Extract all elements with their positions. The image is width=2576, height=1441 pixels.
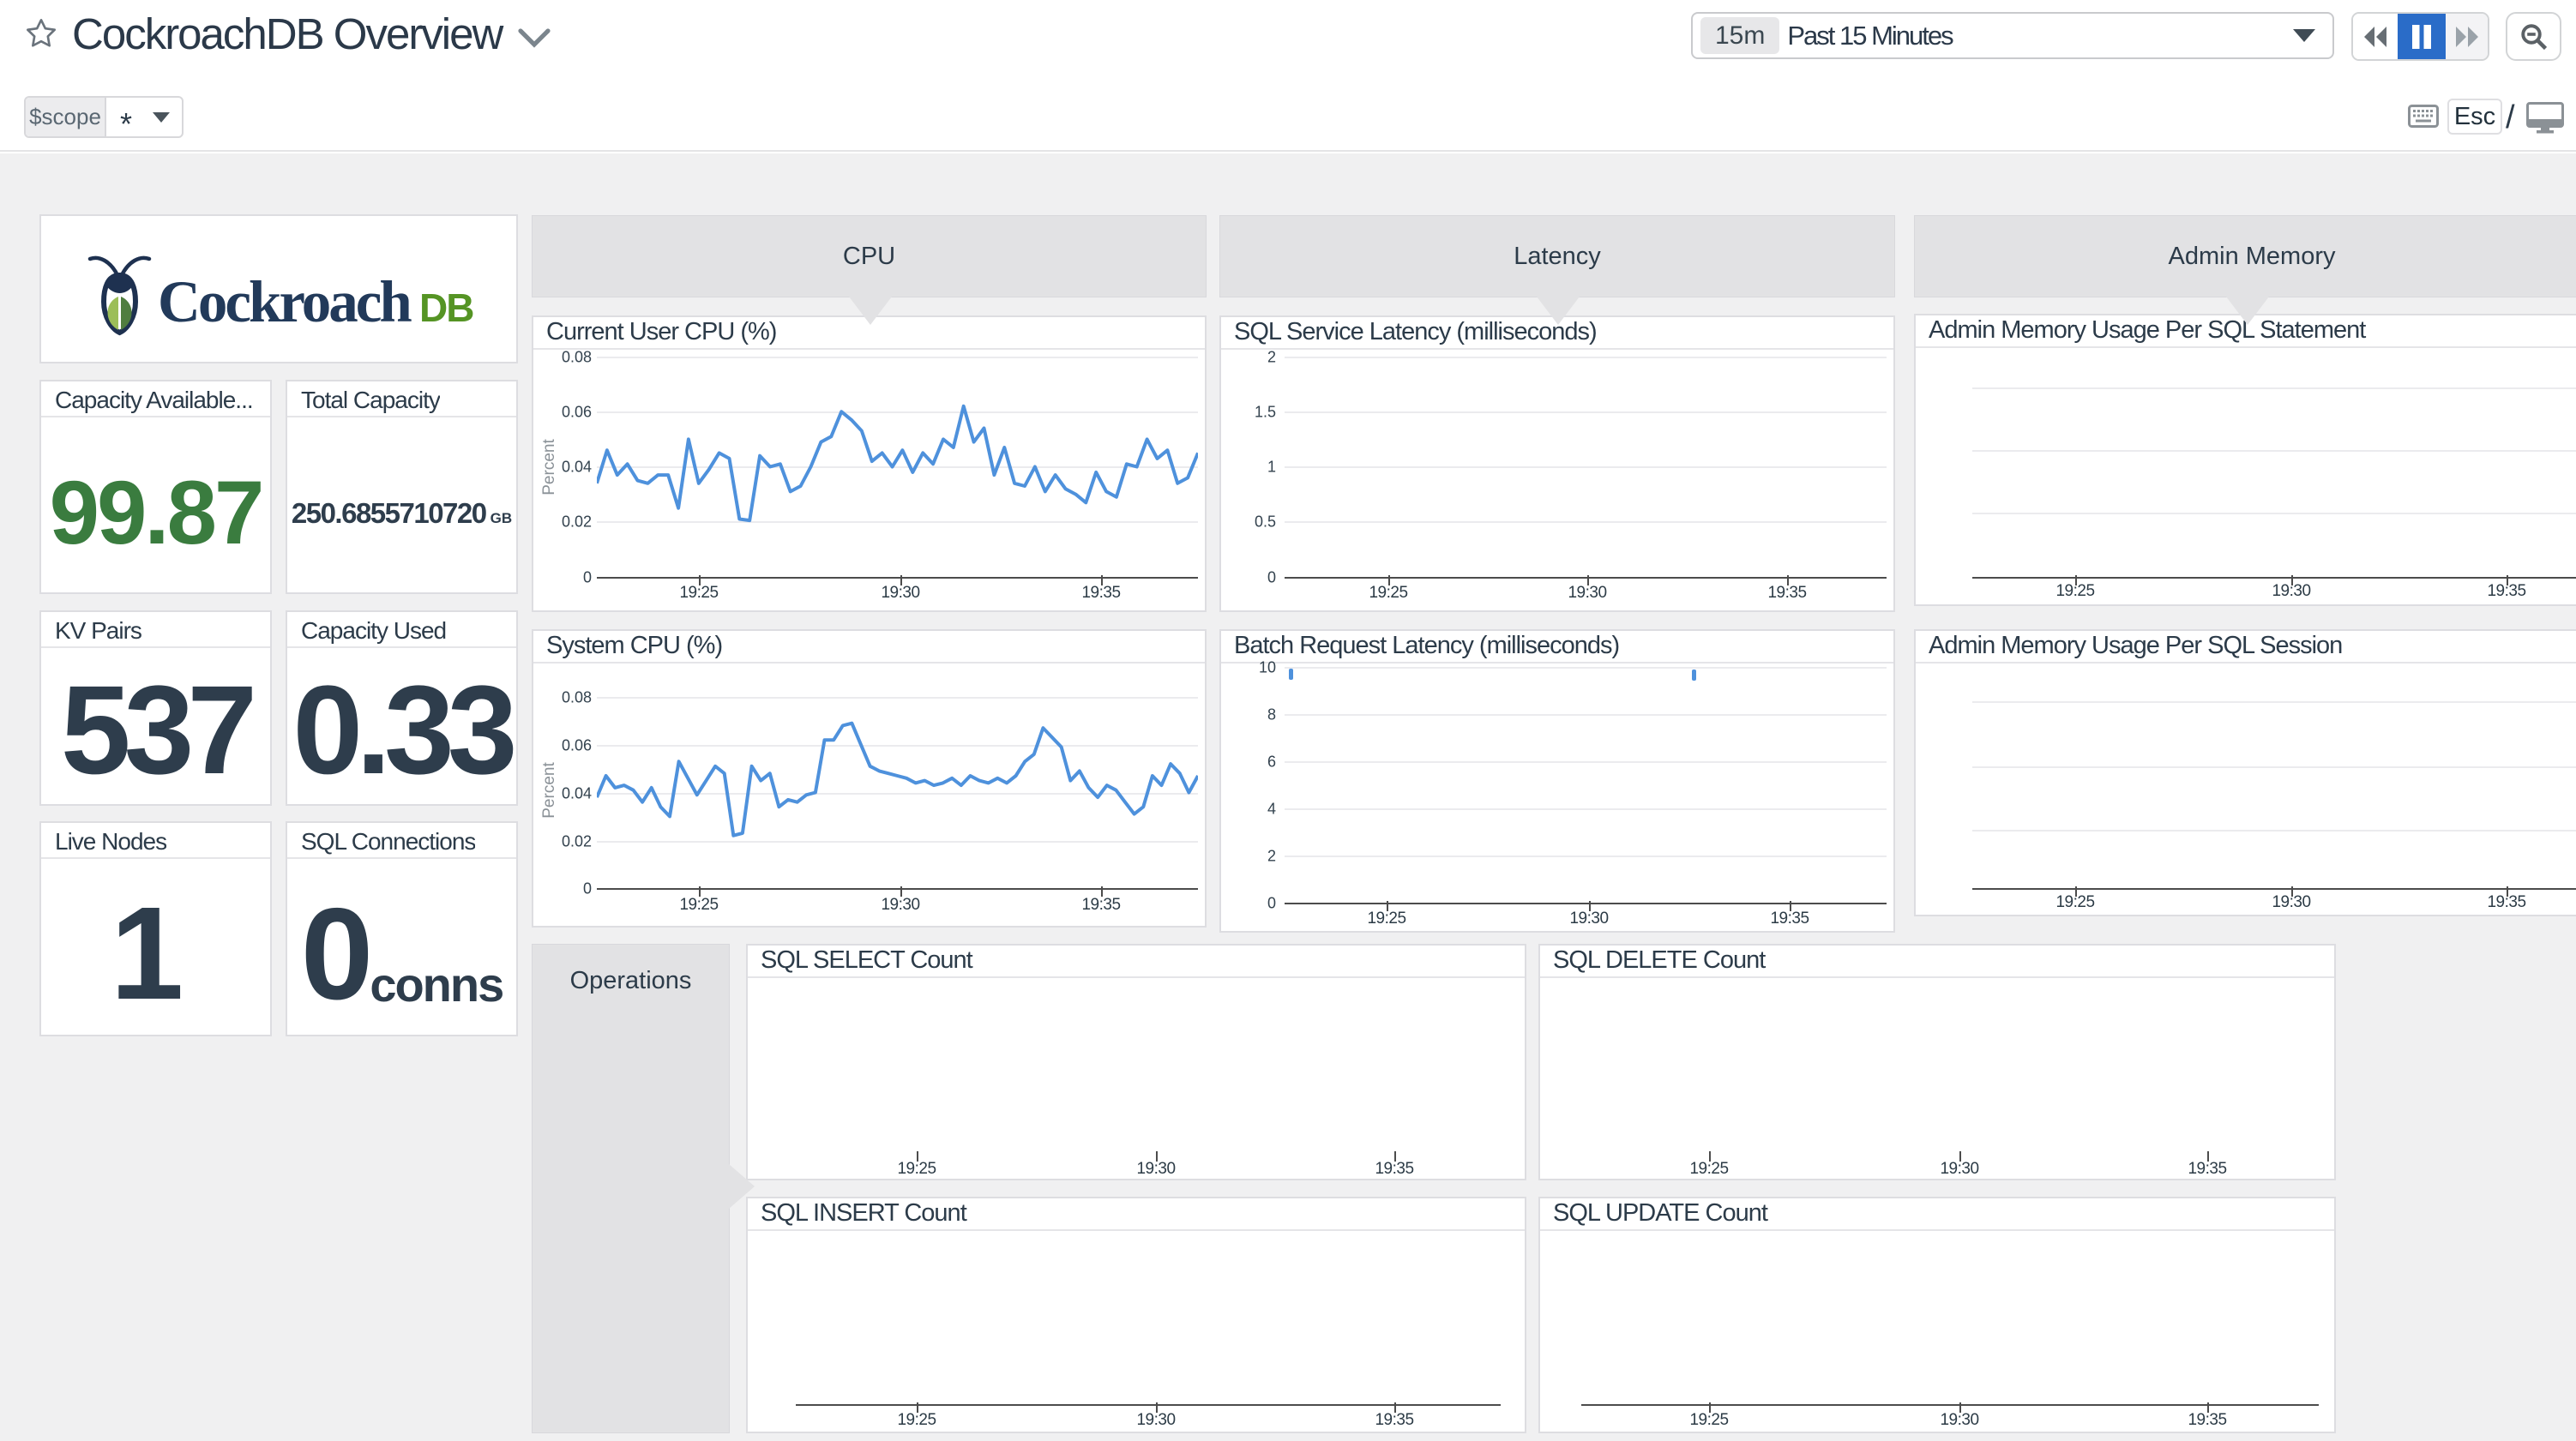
svg-text:DB: DB — [419, 285, 473, 330]
svg-text:Cockroach: Cockroach — [158, 269, 412, 334]
